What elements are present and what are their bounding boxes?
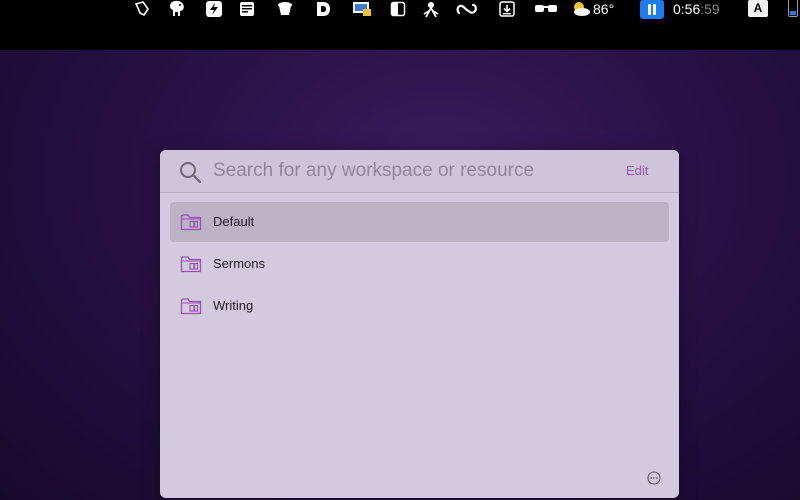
- download-box-icon[interactable]: [498, 0, 516, 18]
- search-icon: [180, 162, 202, 184]
- clock-main: 0:56: [673, 1, 701, 17]
- infinity-icon[interactable]: [456, 0, 478, 18]
- notes-icon[interactable]: [238, 0, 256, 18]
- temperature-readout[interactable]: 86°: [593, 0, 614, 18]
- lightning-icon[interactable]: [205, 0, 223, 18]
- pause-button[interactable]: [640, 0, 664, 19]
- display-icon[interactable]: [352, 0, 372, 18]
- workspace-list: Default Sermons Writing: [170, 202, 669, 328]
- input-source-indicator[interactable]: A: [748, 0, 768, 17]
- folder-icon: [180, 298, 202, 315]
- menu-bar: 86° 0:56:59 A: [0, 0, 800, 50]
- folder-icon: [180, 214, 202, 231]
- d-letter-icon[interactable]: [314, 0, 332, 18]
- battery-icon[interactable]: [788, 0, 798, 17]
- clock-seconds: :59: [700, 1, 720, 17]
- sidebar-toggle-icon[interactable]: [390, 0, 406, 18]
- menu-clock[interactable]: 0:56:59: [673, 0, 720, 18]
- elephant-icon[interactable]: [166, 0, 188, 18]
- workspace-item-default[interactable]: Default: [170, 202, 669, 242]
- workspace-item-label: Sermons: [213, 256, 266, 271]
- workspace-item-sermons[interactable]: Sermons: [170, 244, 669, 284]
- edit-button[interactable]: Edit: [626, 163, 648, 178]
- bowl-icon[interactable]: [276, 0, 294, 18]
- workspace-switcher-panel: Edit Default Sermons: [160, 150, 679, 498]
- spider-icon[interactable]: [423, 0, 439, 18]
- workspace-item-label: Default: [213, 214, 255, 229]
- folder-icon: [180, 256, 202, 273]
- workspace-item-writing[interactable]: Writing: [170, 286, 669, 326]
- search-bar: Edit: [160, 150, 679, 193]
- more-options-icon[interactable]: [647, 471, 661, 485]
- workspace-item-label: Writing: [213, 298, 254, 313]
- weather-partly-sunny-icon[interactable]: [570, 0, 592, 18]
- cursor-hand-icon[interactable]: [133, 0, 151, 18]
- search-input[interactable]: [213, 158, 613, 184]
- glasses-icon[interactable]: [534, 0, 558, 18]
